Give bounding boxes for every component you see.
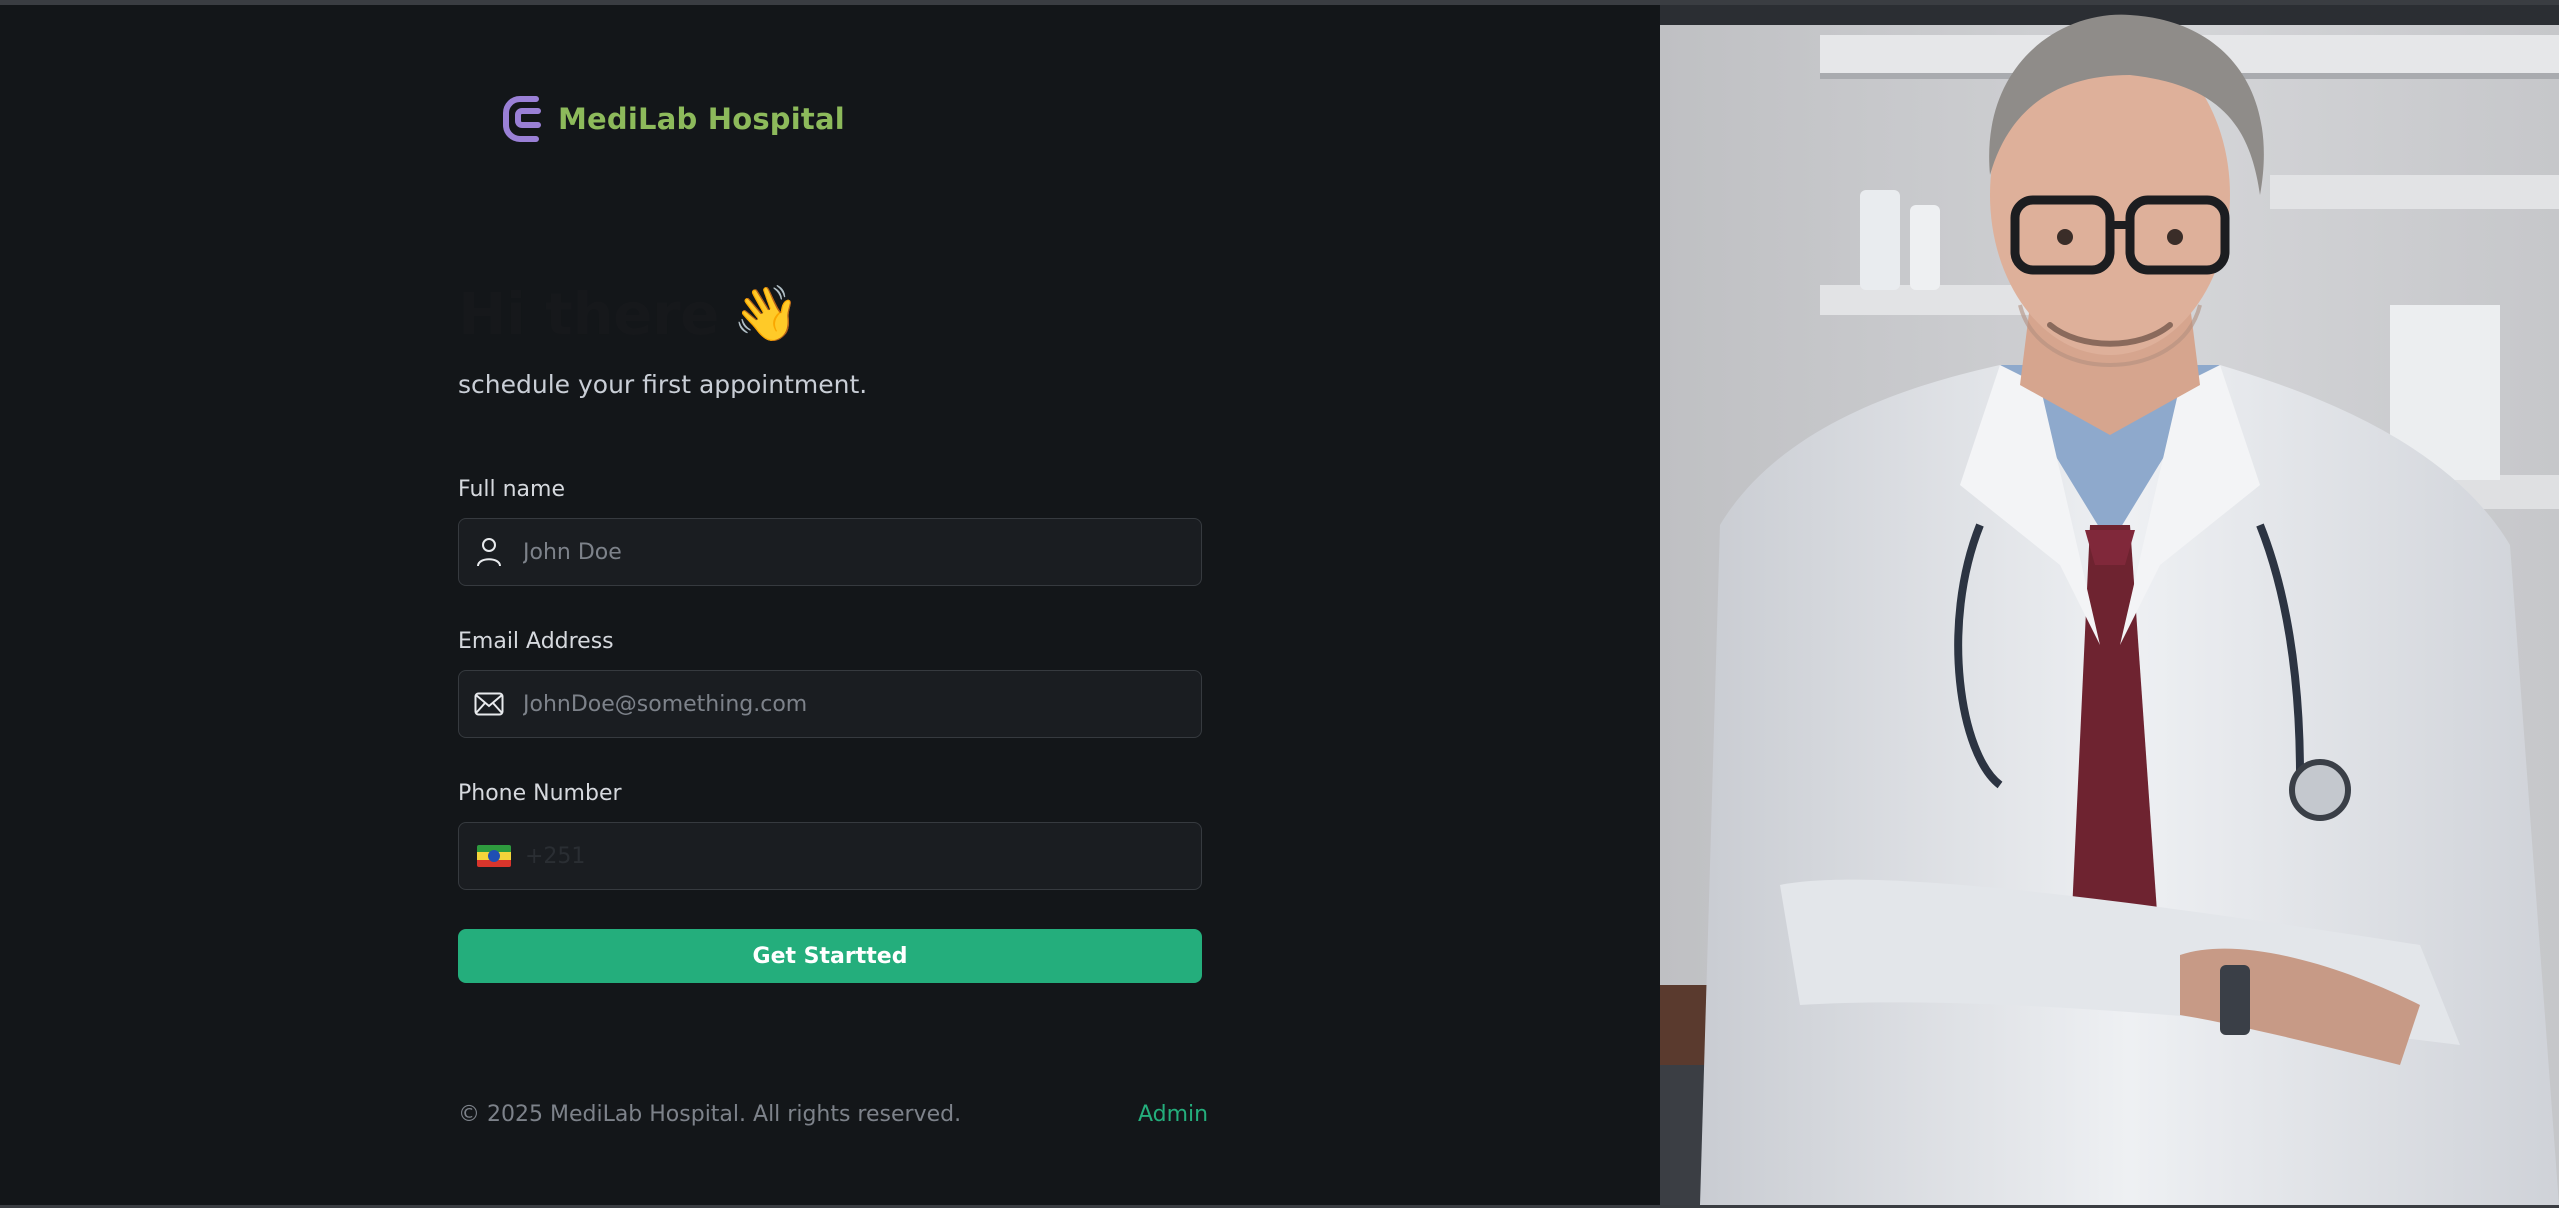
admin-link[interactable]: Admin	[1138, 1102, 1208, 1127]
get-started-button[interactable]: Get Startted	[458, 929, 1202, 983]
copyright-text: © 2025 MediLab Hospital. All rights rese…	[458, 1102, 962, 1127]
medilab-logo-icon	[503, 96, 541, 142]
doctor-portrait-image	[1660, 5, 2559, 1205]
full-name-field-wrapper[interactable]	[458, 518, 1202, 586]
brand-logo[interactable]: MediLab Hospital	[498, 91, 845, 147]
phone-field-wrapper[interactable]: +251	[458, 822, 1202, 890]
page-title: Hi there	[458, 280, 719, 348]
mail-icon	[473, 688, 505, 720]
phone-label: Phone Number	[458, 781, 622, 806]
user-icon	[473, 536, 505, 568]
full-name-input[interactable]	[523, 519, 1201, 585]
waving-hand-icon: 👋	[732, 282, 801, 345]
doctor-illustration	[1660, 5, 2559, 1205]
brand-name: MediLab Hospital	[558, 102, 845, 136]
email-label: Email Address	[458, 629, 614, 654]
email-input[interactable]	[523, 671, 1201, 737]
phone-input[interactable]	[591, 823, 1201, 889]
onboarding-panel: MediLab Hospital Hi there 👋 schedule you…	[0, 5, 1660, 1205]
email-field-wrapper[interactable]	[458, 670, 1202, 738]
phone-country-code: +251	[525, 843, 586, 869]
full-name-label: Full name	[458, 477, 566, 502]
page-subtitle: schedule your first appointment.	[458, 370, 868, 399]
ethiopia-flag-icon[interactable]	[477, 845, 511, 867]
greeting: Hi there 👋	[458, 280, 800, 348]
